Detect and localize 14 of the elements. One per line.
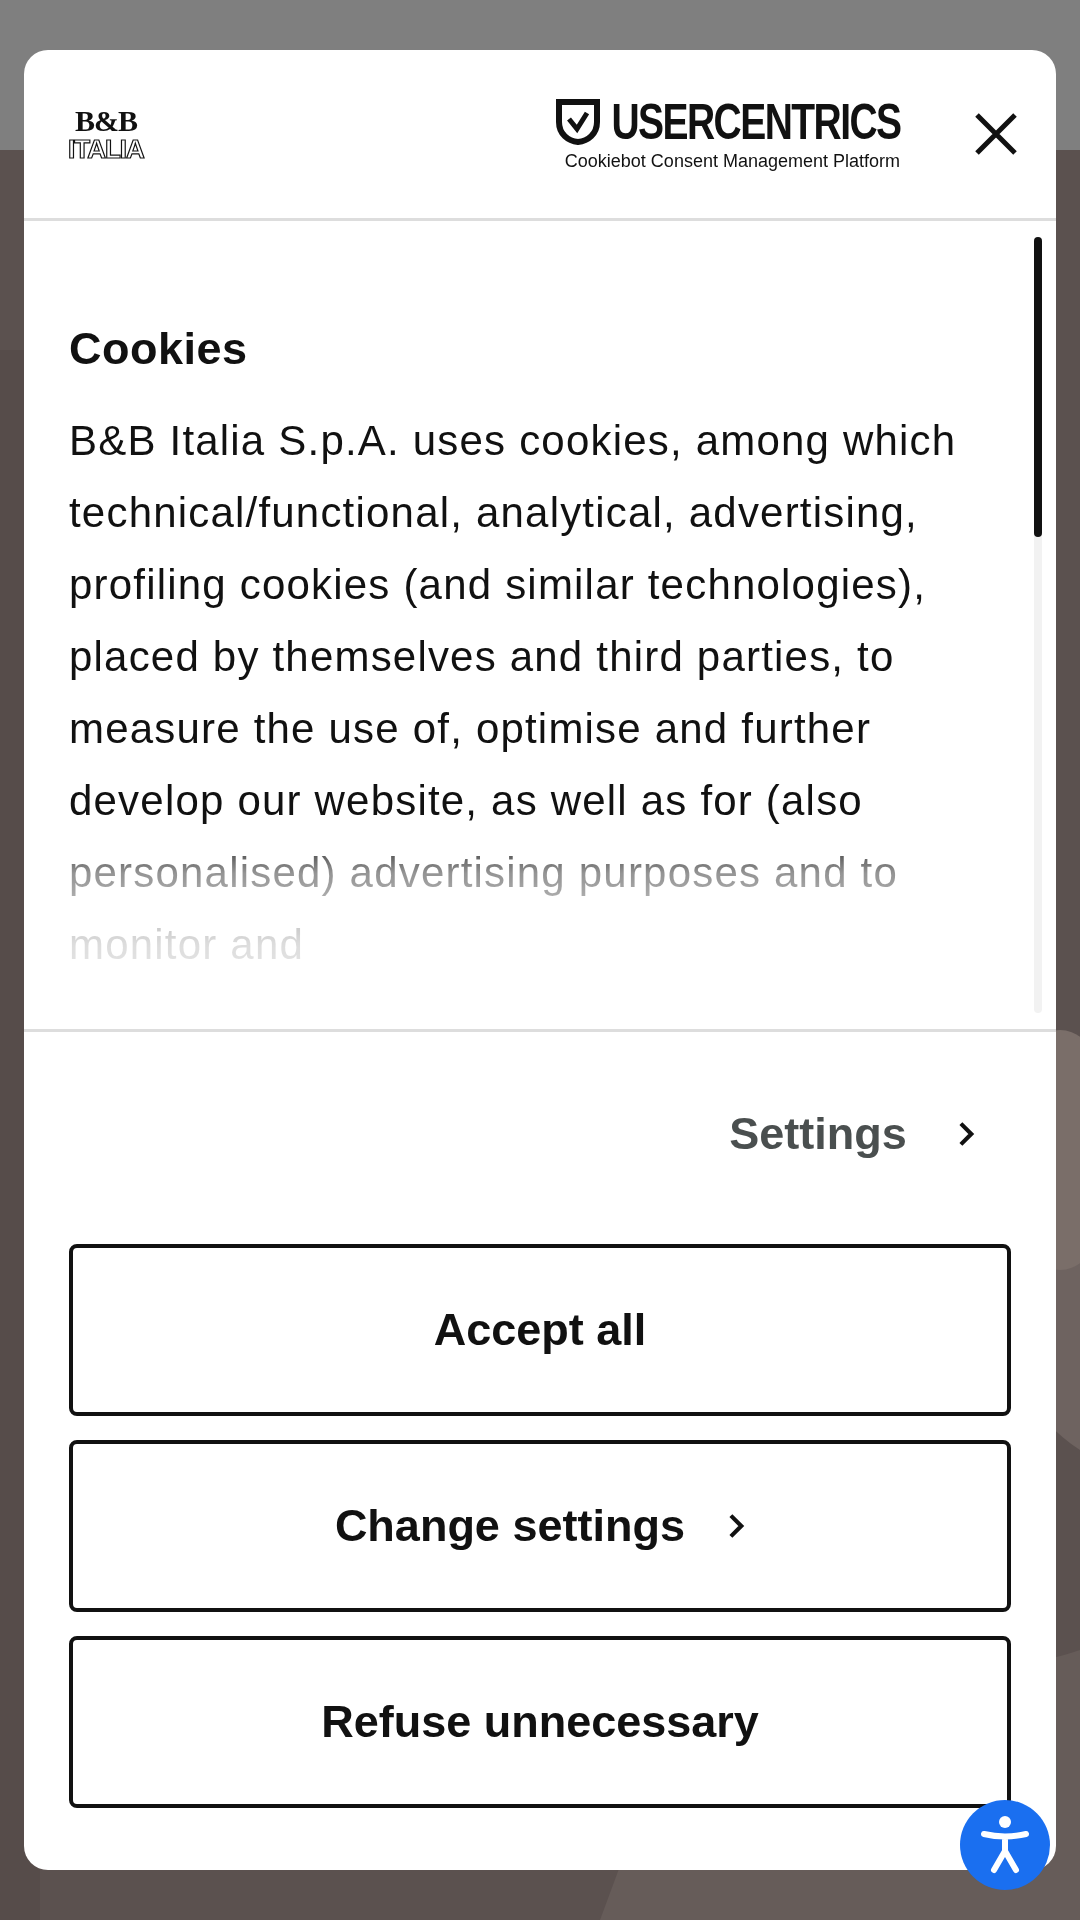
scrollbar-thumb[interactable]	[1034, 237, 1042, 537]
close-icon	[974, 112, 1018, 156]
brand-logo: B&B	[74, 106, 137, 136]
consent-button[interactable]: Refuse unnecessary	[69, 1636, 1011, 1808]
shield-check-icon	[555, 98, 600, 145]
brand-logo: ITALIA	[68, 136, 144, 162]
consent-button[interactable]: Accept all	[69, 1244, 1011, 1416]
dialog-title: Cookies	[69, 323, 249, 375]
provider-logo: USERCENTRICS	[611, 96, 900, 147]
consent-button[interactable]: Change settings	[69, 1440, 1011, 1612]
settings-link[interactable]: Settings	[729, 1108, 975, 1160]
scrollbar[interactable]	[1034, 237, 1042, 1013]
provider-subtitle: Cookiebot Consent Management Platform	[564, 150, 900, 172]
accessibility-icon	[980, 1815, 1030, 1875]
